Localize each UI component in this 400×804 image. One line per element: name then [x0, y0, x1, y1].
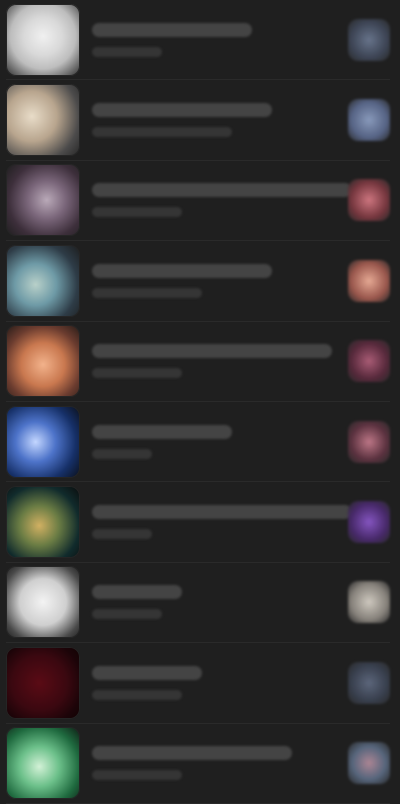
list-item[interactable]: [6, 563, 390, 644]
blurred-title-line: [92, 585, 182, 600]
list-item[interactable]: [6, 402, 390, 483]
list-item[interactable]: [6, 0, 390, 81]
blurred-subtitle-line: [92, 46, 162, 57]
list-item[interactable]: [6, 643, 390, 724]
app-badge-icon[interactable]: [348, 742, 390, 785]
list-item-text-block: [92, 263, 338, 298]
app-thumbnail: [6, 244, 80, 317]
list-item-text-block: [92, 505, 352, 540]
blurred-title-line: [92, 424, 232, 439]
list-item-text-block: [92, 344, 338, 379]
blurred-subtitle-line: [92, 448, 152, 459]
list-item-text-block: [92, 183, 352, 218]
blurred-subtitle-line: [92, 529, 152, 540]
app-thumbnail: [6, 3, 80, 76]
app-thumbnail: [6, 486, 80, 559]
app-badge-icon[interactable]: [348, 99, 390, 142]
blurred-title-line: [92, 263, 272, 278]
app-thumbnail: [6, 164, 80, 237]
app-thumbnail: [6, 84, 80, 157]
app-thumbnail: [6, 405, 80, 478]
blurred-title-line: [92, 665, 202, 680]
blurred-title-line: [92, 22, 252, 37]
list-item-text-block: [92, 103, 338, 138]
app-thumbnail: [6, 325, 80, 398]
list-item-text-block: [92, 22, 338, 57]
app-thumbnail: [6, 646, 80, 719]
list-item[interactable]: [6, 241, 390, 322]
list-item[interactable]: [6, 161, 390, 242]
list-item[interactable]: [6, 724, 390, 804]
blurred-title-line: [92, 505, 352, 520]
list-item-text-block: [92, 746, 338, 781]
blurred-title-line: [92, 344, 332, 359]
blurred-subtitle-line: [92, 770, 182, 781]
blurred-title-line: [92, 103, 272, 118]
app-badge-icon[interactable]: [348, 340, 390, 383]
list-item[interactable]: [6, 482, 390, 563]
app-badge-icon[interactable]: [348, 259, 390, 302]
blurred-subtitle-line: [92, 689, 182, 700]
list-item[interactable]: [6, 80, 390, 161]
app-thumbnail: [6, 727, 80, 800]
blurred-subtitle-line: [92, 287, 202, 298]
app-thumbnail: [6, 566, 80, 639]
blurred-subtitle-line: [92, 609, 162, 620]
app-badge-icon[interactable]: [348, 661, 390, 704]
app-badge-icon[interactable]: [348, 18, 390, 61]
list-item-text-block: [92, 424, 338, 459]
list-item[interactable]: [6, 322, 390, 402]
blurred-subtitle-line: [92, 127, 232, 138]
app-badge-icon[interactable]: [348, 501, 390, 544]
list-item-text-block: [92, 585, 338, 620]
app-badge-icon[interactable]: [348, 179, 390, 222]
blurred-title-line: [92, 746, 292, 761]
app-badge-icon[interactable]: [348, 420, 390, 463]
blurred-subtitle-line: [92, 207, 182, 218]
app-badge-icon[interactable]: [348, 581, 390, 624]
list-item-text-block: [92, 665, 338, 700]
blurred-title-line: [92, 183, 352, 198]
app-list: [0, 0, 400, 804]
blurred-subtitle-line: [92, 368, 182, 379]
